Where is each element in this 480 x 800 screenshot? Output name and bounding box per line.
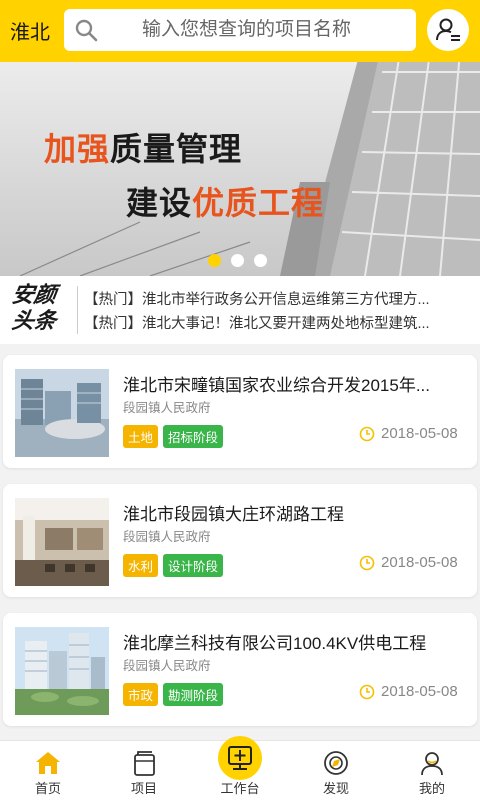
bottom-nav: 首页 项目 工作台 发现 我的	[0, 736, 480, 800]
headlines-logo: 安颜 头条	[10, 282, 58, 334]
nav-label: 项目	[130, 781, 157, 796]
clock-icon	[359, 555, 375, 570]
headlines-section: 安颜 头条 【热门】淮北市举行政务公开信息运维第三方代理方... 【热门】淮北大…	[0, 276, 480, 344]
stage-tag: 勘测阶段	[163, 683, 224, 706]
user-list-button[interactable]	[427, 9, 469, 51]
banner-carousel[interactable]: 加强质量管理 建设优质工程	[0, 62, 480, 276]
project-title: 淮北市段园镇大庄环湖路工程	[123, 505, 344, 524]
project-title: 淮北市宋疃镇国家农业综合开发2015年...	[123, 376, 430, 395]
search-input[interactable]	[64, 9, 416, 51]
top-bar: 淮北	[0, 0, 480, 62]
project-owner: 段园镇人民政府	[123, 530, 211, 544]
nav-profile[interactable]: 我的	[384, 741, 480, 800]
nav-workbench[interactable]: 工作台	[192, 736, 288, 800]
nav-label: 工作台	[220, 781, 260, 796]
nav-home[interactable]: 首页	[0, 741, 96, 800]
discover-icon	[324, 751, 348, 775]
nav-label: 发现	[322, 781, 349, 796]
workbench-icon	[218, 736, 262, 780]
project-card[interactable]: 淮北市段园镇大庄环湖路工程 段园镇人民政府 水利 设计阶段 2018-05-08	[3, 484, 477, 597]
headline-item[interactable]: 【热门】淮北大事记！淮北又要开建两处地标型建筑...	[84, 312, 468, 333]
carousel-indicators	[208, 254, 267, 267]
project-thumbnail	[15, 498, 109, 586]
city-selector[interactable]: 淮北	[10, 16, 50, 45]
project-thumbnail	[15, 369, 109, 457]
project-date: 2018-05-08	[359, 683, 458, 700]
project-tags: 市政 勘测阶段	[123, 683, 224, 706]
category-tag: 水利	[123, 554, 159, 577]
nav-label: 首页	[34, 781, 61, 796]
project-owner: 段园镇人民政府	[123, 659, 211, 673]
stage-tag: 设计阶段	[163, 554, 224, 577]
carousel-dot[interactable]	[231, 254, 244, 267]
home-icon	[36, 752, 60, 774]
nav-label: 我的	[418, 781, 445, 796]
nav-discover[interactable]: 发现	[288, 741, 384, 800]
category-tag: 土地	[123, 425, 159, 448]
carousel-dot[interactable]	[254, 254, 267, 267]
divider	[77, 286, 78, 334]
project-card[interactable]: 淮北摩兰科技有限公司100.4KV供电工程 段园镇人民政府 市政 勘测阶段 20…	[3, 613, 477, 726]
project-tags: 水利 设计阶段	[123, 554, 224, 577]
user-list-icon	[436, 18, 460, 41]
stage-tag: 招标阶段	[163, 425, 224, 448]
project-date: 2018-05-08	[359, 425, 458, 442]
project-date: 2018-05-08	[359, 554, 458, 571]
nav-project[interactable]: 项目	[96, 741, 192, 800]
clock-icon	[359, 684, 375, 699]
project-thumbnail	[15, 627, 109, 715]
headline-item[interactable]: 【热门】淮北市举行政务公开信息运维第三方代理方...	[84, 288, 468, 309]
project-tags: 土地 招标阶段	[123, 425, 224, 448]
carousel-dot[interactable]	[208, 254, 221, 267]
clock-icon	[359, 426, 375, 441]
banner-slogan-line1: 加强质量管理	[44, 131, 243, 167]
banner-slogan-line2: 建设优质工程	[126, 185, 325, 221]
project-owner: 段园镇人民政府	[123, 401, 211, 415]
project-icon	[134, 751, 155, 776]
profile-icon	[421, 752, 443, 776]
search-box[interactable]	[64, 9, 416, 51]
category-tag: 市政	[123, 683, 159, 706]
project-card[interactable]: 淮北市宋疃镇国家农业综合开发2015年... 段园镇人民政府 土地 招标阶段 2…	[3, 355, 477, 468]
project-title: 淮北摩兰科技有限公司100.4KV供电工程	[123, 634, 427, 653]
